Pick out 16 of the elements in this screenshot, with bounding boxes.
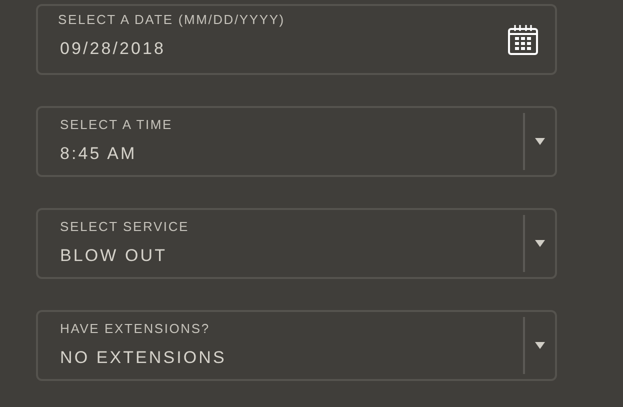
field-value: BLOW OUT bbox=[59, 245, 168, 267]
caret-icon[interactable] bbox=[535, 138, 545, 145]
select-field[interactable]: SELECT SERVICE BLOW OUT bbox=[36, 208, 557, 279]
select-field[interactable]: HAVE EXTENSIONS? NO EXTENSIONS bbox=[36, 310, 557, 381]
field-label: HAVE EXTENSIONS? bbox=[59, 321, 211, 337]
field-value: NO EXTENSIONS bbox=[59, 347, 228, 369]
calendar-icon[interactable] bbox=[507, 24, 539, 56]
field-label: SELECT A DATE (MM/DD/YYYY) bbox=[58, 12, 286, 28]
field-value: 09/28/2018 bbox=[59, 38, 166, 60]
caret-icon[interactable] bbox=[535, 342, 545, 349]
select-field[interactable]: SELECT A TIME 8:45 AM bbox=[36, 106, 557, 177]
field-label: SELECT A TIME bbox=[59, 117, 174, 133]
caret-icon[interactable] bbox=[535, 240, 545, 247]
date-field[interactable]: SELECT A DATE (MM/DD/YYYY) 09/28/2018 bbox=[36, 4, 557, 75]
field-value: 8:45 AM bbox=[59, 143, 138, 165]
field-label: SELECT SERVICE bbox=[59, 219, 190, 235]
